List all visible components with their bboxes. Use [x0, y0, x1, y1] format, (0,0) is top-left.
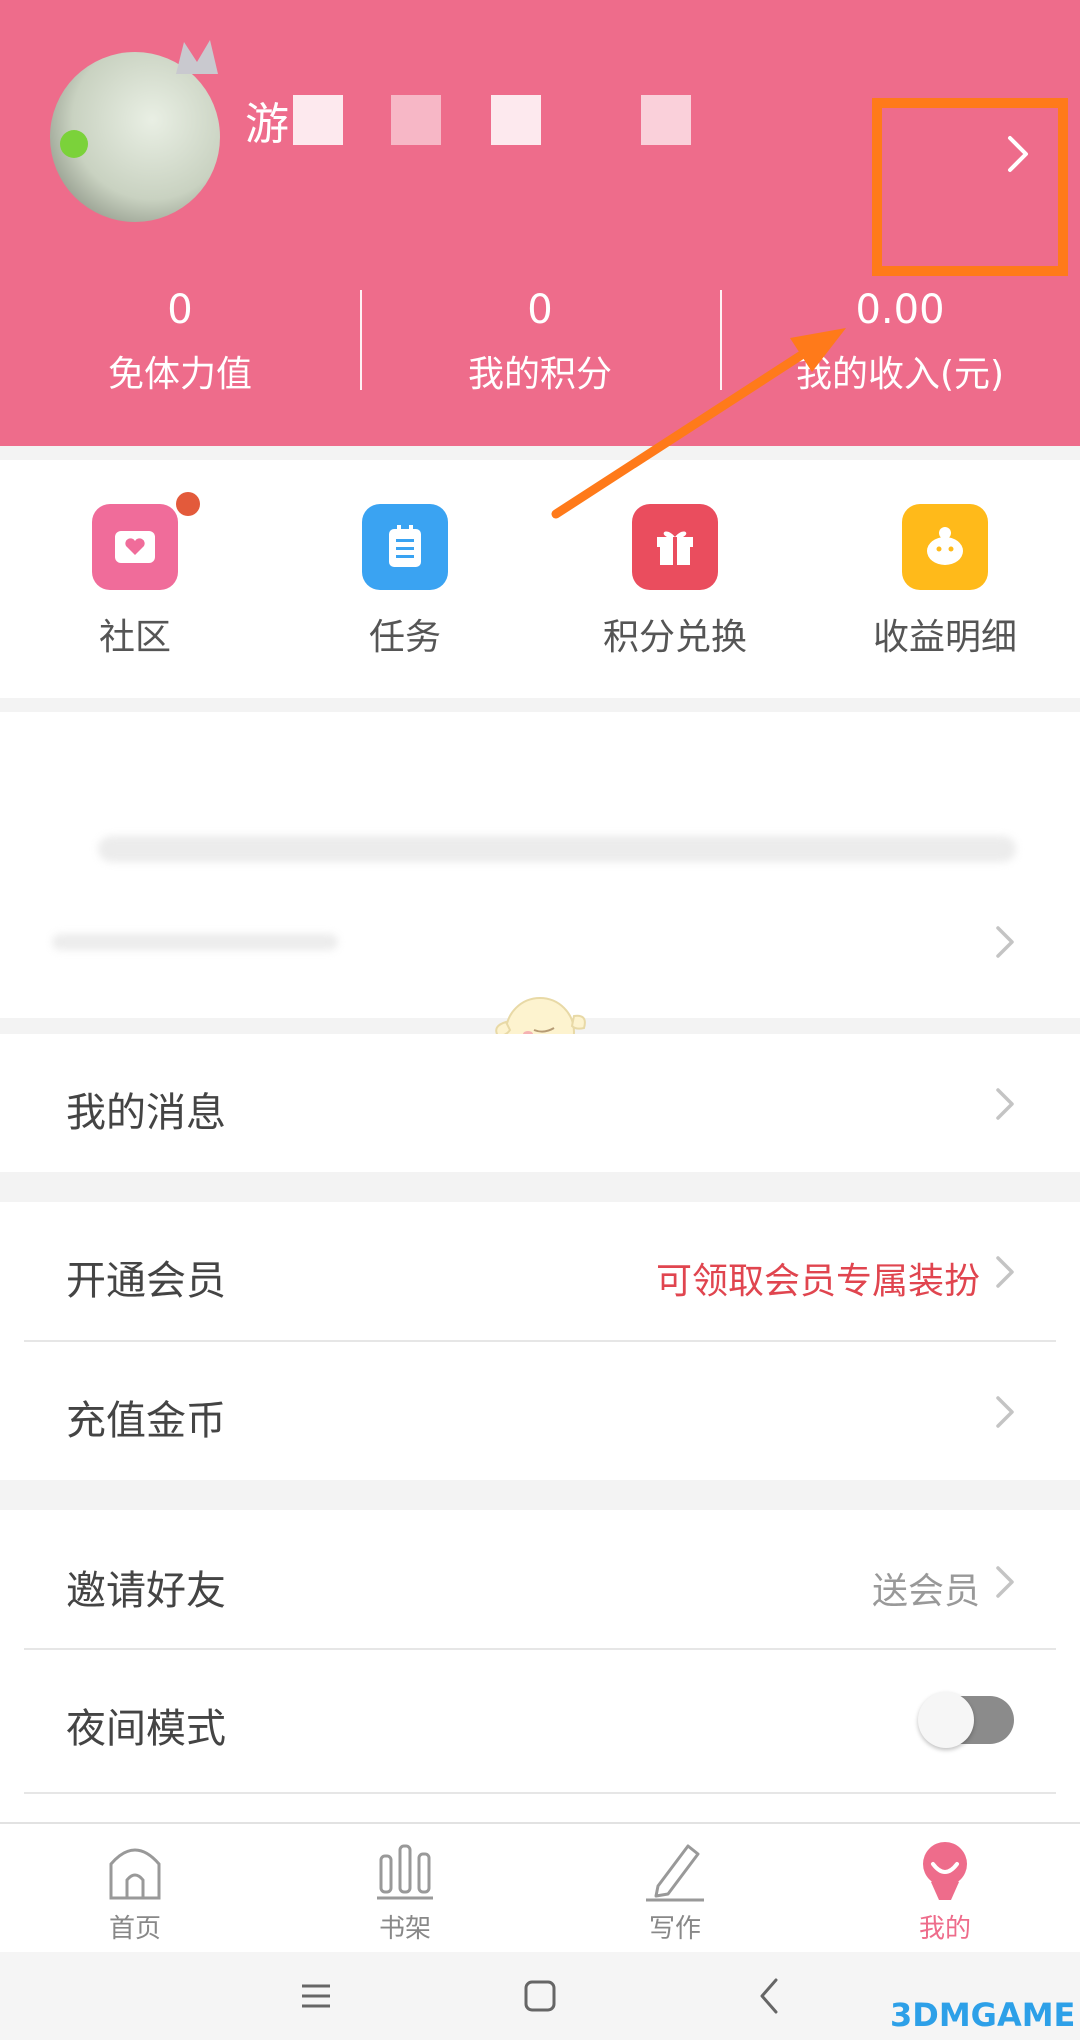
stat-label: 免体力值 — [107, 354, 252, 395]
crown-badge-icon — [176, 40, 218, 74]
system-navigation-bar: 3DMGAME — [0, 1952, 1080, 2040]
username-blur — [491, 95, 541, 145]
nav-label: 首页 — [108, 1914, 161, 1944]
quick-link-label: 任务 — [368, 617, 441, 658]
username[interactable]: 游 — [245, 88, 691, 152]
pen-icon — [646, 1844, 704, 1902]
night-mode-toggle[interactable] — [918, 1692, 1014, 1748]
username-blur — [391, 95, 441, 145]
menu-item-title: 充值金币 — [66, 1398, 226, 1444]
menu-group-membership: 开通会员 可领取会员专属装扮 充值金币 — [0, 1202, 1080, 1480]
watermark: 3DMGAME — [890, 1996, 1076, 2034]
blurred-content — [98, 836, 1016, 862]
bookshelf-icon — [377, 1844, 433, 1900]
nav-tab-profile[interactable]: 我的 — [810, 1824, 1080, 1952]
piggy-bank-icon — [902, 504, 988, 590]
username-blur — [641, 95, 691, 145]
profile-icon — [923, 1842, 967, 1900]
highlight-box-annotation — [872, 98, 1068, 276]
home-icon — [109, 1848, 161, 1900]
invite-hint: 送会员 — [871, 1571, 980, 1612]
quick-link-community[interactable]: 社区 — [0, 460, 270, 698]
stat-stamina[interactable]: 0 免体力值 — [0, 280, 360, 410]
menu-item-title: 邀请好友 — [66, 1568, 226, 1614]
quick-link-task[interactable]: 任务 — [270, 460, 540, 698]
promo-banner[interactable] — [0, 712, 1080, 1018]
nav-label: 写作 — [648, 1914, 701, 1944]
stat-income[interactable]: 0.00 我的收入(元) — [720, 280, 1080, 410]
stat-value: 0 — [167, 287, 193, 333]
nav-tab-write[interactable]: 写作 — [540, 1824, 810, 1952]
quick-link-label: 社区 — [98, 617, 171, 658]
quick-links: 社区 任务 积分兑换 收益明细 — [0, 460, 1080, 698]
gift-icon — [632, 504, 718, 590]
menu-item-title: 夜间模式 — [66, 1706, 226, 1752]
toggle-knob — [918, 1692, 974, 1748]
menu-item-title: 开通会员 — [66, 1258, 226, 1304]
stat-points[interactable]: 0 我的积分 — [360, 280, 720, 410]
quick-link-points-exchange[interactable]: 积分兑换 — [540, 460, 810, 698]
quick-link-label: 收益明细 — [872, 617, 1017, 658]
bottom-navigation: 首页 书架 写作 我的 — [0, 1822, 1080, 1952]
chevron-right-icon — [996, 1566, 1014, 1598]
chevron-right-icon — [996, 1256, 1014, 1288]
menu-item-messages[interactable]: 我的消息 — [0, 1034, 1080, 1172]
community-icon — [92, 504, 178, 590]
nav-tab-home[interactable]: 首页 — [0, 1824, 270, 1952]
home-button-icon[interactable] — [518, 1974, 562, 2018]
chevron-right-icon — [996, 1088, 1014, 1120]
vip-promo-hint: 可领取会员专属装扮 — [655, 1261, 980, 1302]
quick-link-label: 积分兑换 — [602, 617, 747, 658]
blurred-content — [52, 934, 338, 950]
username-blur — [293, 95, 343, 145]
avatar-dot-decoration — [60, 130, 88, 158]
menu-group-settings: 邀请好友 送会员 夜间模式 — [0, 1510, 1080, 1822]
stat-value: 0.00 — [855, 287, 945, 333]
username-text: 游 — [245, 99, 289, 150]
chevron-right-icon — [996, 926, 1014, 958]
menu-icon[interactable] — [294, 1974, 338, 2018]
menu-item-night-mode: 夜间模式 — [0, 1650, 1080, 1788]
chevron-right-icon — [996, 1396, 1014, 1428]
profile-header: 游 0 免体力值 0 我的积分 0.00 我的收入(元) — [0, 0, 1080, 446]
nav-label: 书架 — [378, 1914, 431, 1944]
nav-label: 我的 — [918, 1914, 971, 1944]
stat-label: 我的积分 — [467, 354, 612, 395]
divider — [24, 1792, 1056, 1794]
quick-link-earnings-detail[interactable]: 收益明细 — [810, 460, 1080, 698]
menu-item-vip[interactable]: 开通会员 可领取会员专属装扮 — [0, 1202, 1080, 1340]
menu-item-invite[interactable]: 邀请好友 送会员 — [0, 1510, 1080, 1648]
stat-value: 0 — [527, 287, 553, 333]
stat-label: 我的收入(元) — [795, 354, 1005, 395]
notification-dot — [176, 492, 200, 516]
menu-item-recharge[interactable]: 充值金币 — [0, 1342, 1080, 1480]
menu-item-title: 我的消息 — [66, 1090, 226, 1136]
back-icon[interactable] — [748, 1974, 792, 2018]
nav-tab-bookshelf[interactable]: 书架 — [270, 1824, 540, 1952]
task-icon — [362, 504, 448, 590]
stats-row: 0 免体力值 0 我的积分 0.00 我的收入(元) — [0, 280, 1080, 410]
